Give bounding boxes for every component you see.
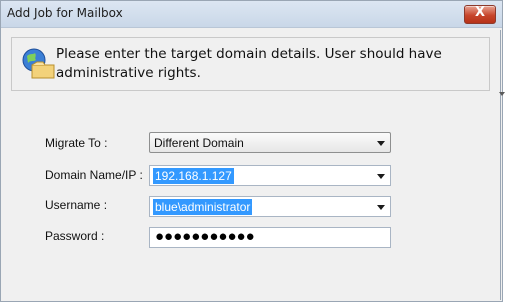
close-icon: X: [474, 5, 486, 20]
migrate-to-select[interactable]: Different Domain: [149, 132, 391, 153]
domain-combobox[interactable]: 192.168.1.127: [149, 165, 391, 186]
close-button[interactable]: X: [464, 5, 496, 24]
info-message: Please enter the target domain details. …: [56, 46, 442, 81]
chevron-down-icon[interactable]: [377, 205, 385, 210]
migrate-to-label: Migrate To :: [45, 136, 108, 150]
username-label: Username :: [45, 198, 108, 212]
password-mask: ●●●●●●●●●●●: [155, 228, 255, 245]
domain-label: Domain Name/IP :: [45, 168, 143, 182]
username-value[interactable]: blue\administrator: [153, 199, 253, 215]
username-combobox[interactable]: blue\administrator: [149, 196, 391, 217]
chevron-down-icon[interactable]: [377, 141, 385, 146]
title-bar[interactable]: Add Job for Mailbox X: [1, 1, 502, 28]
dialog-window: Add Job for Mailbox X Please enter the t…: [0, 0, 505, 302]
domain-value[interactable]: 192.168.1.127: [153, 168, 234, 184]
globe-folder-icon: [22, 48, 55, 79]
password-field[interactable]: ●●●●●●●●●●●: [149, 227, 391, 248]
chevron-down-icon: [499, 92, 505, 96]
info-panel: Please enter the target domain details. …: [11, 37, 490, 91]
window-title: Add Job for Mailbox: [7, 6, 123, 20]
chevron-down-icon[interactable]: [377, 174, 385, 179]
migrate-to-value: Different Domain: [154, 136, 244, 150]
divider: [500, 30, 501, 300]
password-label: Password :: [45, 229, 105, 243]
